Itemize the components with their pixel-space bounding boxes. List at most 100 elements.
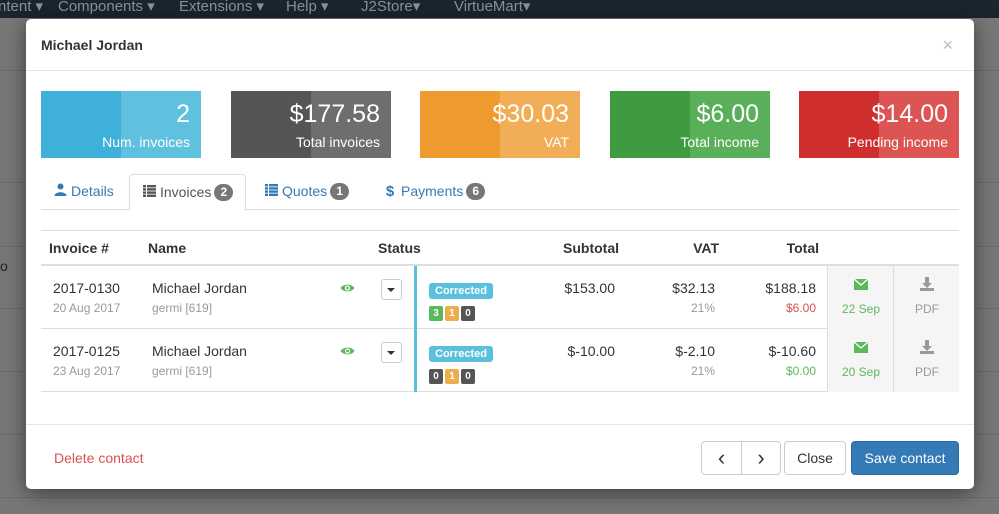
invoice-date: 23 Aug 2017 [53,364,121,378]
previous-button[interactable]: ‹ [701,441,742,475]
stat-label: Total invoices [295,134,380,150]
download-pdf-button[interactable]: PDF [893,266,959,329]
stat-label: Total income [680,134,759,150]
customer-name: Michael Jordan [152,280,247,296]
send-email-button[interactable]: 22 Sep [827,266,893,329]
bg-divider [0,497,999,498]
tab-badge: 6 [466,183,486,200]
envelope-icon [828,340,894,356]
stat-pending-income: $14.00 Pending income [799,91,959,158]
bg-nav-help: Help ▾ [286,0,329,15]
stat-num-invoices: 2 Num. invoices [41,91,201,158]
stat-value: $177.58 [289,100,380,128]
stat-value: $14.00 [871,100,948,128]
invoices-table-header: Invoice # Name Status Subtotal VAT Total [41,230,959,266]
bg-nav-components: Components ▾ [58,0,155,15]
modal-header: Michael Jordan × [26,19,974,71]
status-badge: Corrected [429,346,493,362]
user-icon [53,183,67,199]
download-icon [894,277,960,294]
delete-contact-link[interactable]: Delete contact [54,450,144,466]
count-badge-green: 3 [429,306,443,321]
tab-invoices[interactable]: Invoices 2 [129,174,247,211]
bg-nav-content: ntent ▾ [0,0,44,15]
tab-label: Quotes [282,183,328,199]
tab-payments[interactable]: $ Payments 6 [371,174,497,210]
tab-label: Details [71,183,114,199]
modal-title: Michael Jordan [41,37,143,53]
sent-date: 22 Sep [841,302,881,316]
tab-details[interactable]: Details [41,174,126,210]
bg-nav-j2store: J2Store▾ [361,0,421,15]
stat-total-income: $6.00 Total income [610,91,770,158]
vat-percent: 21% [690,301,715,315]
bg-nav-virtuemart: VirtueMart▾ [454,0,531,15]
caret-down-icon [387,288,395,292]
invoice-number[interactable]: 2017-0125 [53,343,120,359]
pdf-label: PDF [915,302,939,316]
status-indicator-bar [414,266,417,329]
invoice-number[interactable]: 2017-0130 [53,280,120,296]
envelope-icon [828,277,894,293]
list-icon [142,185,156,200]
total: $188.18 [765,280,816,296]
modal-footer: Delete contact ‹ › Close Save contact [26,424,974,489]
download-pdf-button[interactable]: PDF [893,329,959,392]
next-button[interactable]: › [741,441,781,475]
tab-badge: 1 [330,183,350,200]
bg-side-text: o [0,258,8,274]
contact-tabs: Details Invoices 2 Quotes 1 $ Payments 6 [41,174,959,211]
subtotal: $153.00 [564,280,615,296]
eye-icon[interactable] [340,343,355,359]
vat-amount: $32.13 [672,280,715,296]
header-total: Total [786,240,819,256]
count-badge-dark: 0 [429,369,443,384]
invoice-date: 20 Aug 2017 [53,301,121,315]
bg-nav-extensions: Extensions ▾ [179,0,265,15]
save-contact-button[interactable]: Save contact [851,441,959,475]
stat-vat: $30.03 VAT [420,91,580,158]
close-icon[interactable]: × [942,36,953,54]
count-badge-dark: 0 [461,306,475,321]
customer-sub: germi [619] [152,364,213,378]
stat-value: $6.00 [696,100,759,128]
count-badge-orange: 1 [445,306,459,321]
table-row[interactable]: 2017-0130 20 Aug 2017 Michael Jordan ger… [41,266,959,329]
vat-amount: $-2.10 [675,343,715,359]
tab-quotes[interactable]: Quotes 1 [252,174,361,210]
customer-sub: germi [619] [152,301,213,315]
subtotal: $-10.00 [567,343,615,359]
stat-label: Num. invoices [102,134,190,150]
dollar-icon: $ [385,183,395,200]
header-status: Status [378,240,421,256]
tab-label: Payments [401,183,464,199]
sent-date: 20 Sep [841,365,881,379]
status-badge: Corrected [429,283,493,299]
contact-modal: Michael Jordan × 2 Num. invoices $177.58… [26,19,974,489]
background-navbar: ntent ▾ Components ▾ Extensions ▾ Help ▾… [0,0,999,18]
tab-badge: 2 [214,184,234,201]
eye-icon[interactable] [340,280,355,296]
send-email-button[interactable]: 20 Sep [827,329,893,392]
pdf-label: PDF [915,365,939,379]
count-badge-orange: 1 [445,369,459,384]
customer-name: Michael Jordan [152,343,247,359]
close-button[interactable]: Close [784,441,846,475]
header-vat: VAT [693,240,719,256]
tab-label: Invoices [160,184,212,200]
stat-value: 2 [176,100,190,128]
table-row[interactable]: 2017-0125 23 Aug 2017 Michael Jordan ger… [41,329,959,392]
download-icon [894,340,960,357]
header-invoice: Invoice # [49,240,109,256]
list-icon [264,184,278,199]
pending-amount: $0.00 [785,364,816,378]
total: $-10.60 [768,343,816,359]
stat-label: VAT [543,134,569,150]
vat-percent: 21% [690,364,715,378]
status-dropdown-button[interactable] [381,279,402,300]
status-indicator-bar [414,329,417,392]
status-dropdown-button[interactable] [381,342,402,363]
caret-down-icon [387,351,395,355]
stat-total-invoices: $177.58 Total invoices [231,91,391,158]
stat-label: Pending income [847,134,948,150]
